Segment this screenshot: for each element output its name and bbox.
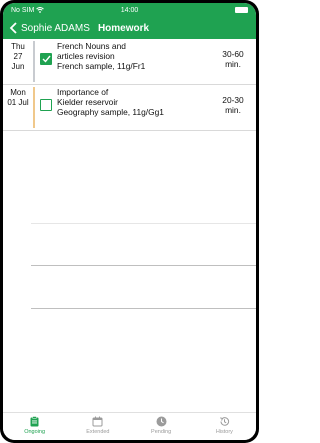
duration: 30-60 min. xyxy=(216,39,256,84)
homework-title-line: articles revision xyxy=(57,51,115,61)
chevron-left-icon xyxy=(9,22,17,34)
clock-icon xyxy=(156,416,167,427)
check-icon xyxy=(42,55,51,63)
due-date-number: 01 Jul xyxy=(7,98,29,107)
status-bar: No SIM 14:00 xyxy=(3,3,256,17)
homework-detail: Geography sample, 11g/Gg1 xyxy=(57,107,164,117)
due-date: Mon 01 Jul xyxy=(3,85,33,130)
tab-history[interactable]: History xyxy=(193,413,256,440)
tab-label: Ongoing xyxy=(24,429,46,435)
done-checkbox[interactable] xyxy=(40,53,52,65)
homework-description: Importance of Kielder reservoir Geograph… xyxy=(57,85,216,130)
app-screen: No SIM 14:00 Sophie ADAMS Homework Thu 2… xyxy=(3,3,256,440)
header: No SIM 14:00 Sophie ADAMS Homework xyxy=(3,3,256,39)
row-divider xyxy=(31,223,256,224)
due-month: Jun xyxy=(11,62,25,71)
due-date-number: 27 xyxy=(13,52,23,61)
back-label: Sophie ADAMS xyxy=(21,22,90,34)
history-icon xyxy=(219,417,229,426)
homework-list: Thu 27 Jun French Nouns and articles rev… xyxy=(3,39,256,131)
tab-label: Pending xyxy=(151,429,172,435)
due-date: Thu 27 Jun xyxy=(3,39,33,84)
tab-label: History xyxy=(215,429,233,435)
row-divider xyxy=(31,265,256,266)
tab-label: Extended xyxy=(86,429,110,435)
homework-item[interactable]: Thu 27 Jun French Nouns and articles rev… xyxy=(3,39,256,85)
page-title: Homework xyxy=(97,22,150,34)
status-time: 14:00 xyxy=(120,6,139,14)
duration-unit: min. xyxy=(225,59,241,69)
status-stripe xyxy=(33,41,35,82)
row-divider xyxy=(31,308,256,309)
duration-unit: min. xyxy=(225,105,241,115)
homework-detail: French sample, 11g/Fr1 xyxy=(57,61,146,71)
duration-range: 30-60 xyxy=(222,49,244,59)
homework-title-line: Kielder reservoir xyxy=(57,97,118,107)
tab-bar: Ongoing Extended Pending History xyxy=(3,412,256,440)
homework-description: French Nouns and articles revision Frenc… xyxy=(57,39,216,84)
homework-title-line: Importance of xyxy=(57,87,109,97)
due-day: Thu xyxy=(11,42,25,51)
calendar-icon xyxy=(92,416,103,427)
status-stripe xyxy=(33,87,35,128)
duration: 20-30 min. xyxy=(216,85,256,130)
tab-ongoing[interactable]: Ongoing xyxy=(3,413,66,440)
tab-extended[interactable]: Extended xyxy=(66,413,129,440)
back-button[interactable]: Sophie ADAMS xyxy=(9,22,90,34)
nav-bar: Sophie ADAMS Homework xyxy=(3,17,256,39)
done-checkbox[interactable] xyxy=(40,99,52,111)
homework-title-line: French Nouns and xyxy=(57,41,126,51)
clipboard-icon xyxy=(30,416,39,427)
due-day: Mon xyxy=(10,88,26,97)
tab-pending[interactable]: Pending xyxy=(130,413,193,440)
duration-range: 20-30 xyxy=(222,95,244,105)
device-frame: No SIM 14:00 Sophie ADAMS Homework Thu 2… xyxy=(0,0,259,443)
homework-item[interactable]: Mon 01 Jul Importance of Kielder reservo… xyxy=(3,85,256,131)
